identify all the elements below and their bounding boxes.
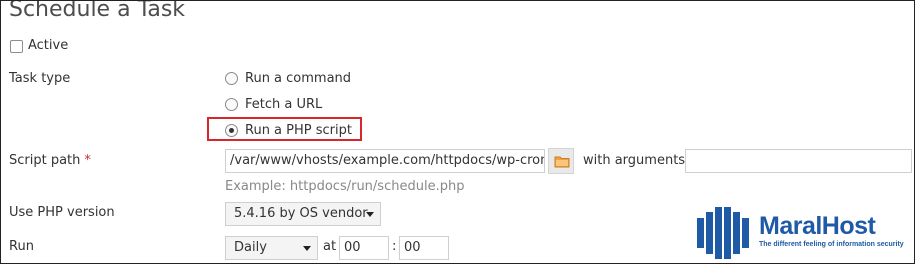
active-label[interactable]: Active bbox=[28, 38, 68, 53]
with-arguments-label: with arguments bbox=[583, 153, 686, 168]
php-version-select[interactable]: 5.4.16 by OS vendor bbox=[225, 202, 381, 226]
page-title: Schedule a Task bbox=[9, 0, 186, 22]
radio-run-command[interactable]: Run a command bbox=[225, 71, 351, 86]
arguments-input[interactable] bbox=[685, 149, 912, 173]
minute-input[interactable]: 00 bbox=[399, 236, 449, 260]
at-label: at bbox=[323, 239, 337, 254]
script-path-label-text: Script path bbox=[9, 153, 81, 168]
watermark-tagline: The different feeling of information sec… bbox=[759, 241, 904, 248]
radio-fetch-url-label[interactable]: Fetch a URL bbox=[245, 97, 322, 112]
watermark-brand: MaralHost bbox=[759, 212, 876, 240]
script-path-hint: Example: httpdocs/run/schedule.php bbox=[225, 179, 465, 194]
hour-input[interactable]: 00 bbox=[339, 236, 389, 260]
radio-run-command-button[interactable] bbox=[225, 72, 238, 85]
time-separator: : bbox=[392, 239, 397, 254]
maralhost-logo-icon bbox=[697, 207, 749, 259]
run-frequency-select[interactable]: Daily bbox=[225, 236, 318, 260]
chevron-down-icon bbox=[303, 246, 311, 251]
active-checkbox[interactable] bbox=[10, 40, 23, 53]
required-mark: * bbox=[84, 153, 91, 168]
folder-icon bbox=[554, 156, 570, 168]
run-frequency-value: Daily bbox=[234, 240, 267, 255]
php-script-highlight-box bbox=[207, 117, 362, 141]
task-type-label: Task type bbox=[9, 71, 71, 86]
chevron-down-icon bbox=[366, 212, 374, 217]
browse-folder-button[interactable] bbox=[548, 148, 574, 174]
script-path-label: Script path * bbox=[9, 153, 91, 168]
script-path-input[interactable]: /var/www/vhosts/example.com/httpdocs/wp-… bbox=[225, 149, 545, 173]
php-version-label: Use PHP version bbox=[9, 205, 115, 220]
php-version-value: 5.4.16 by OS vendor bbox=[234, 206, 368, 221]
schedule-task-panel: Schedule a Task Active Task type Run a c… bbox=[0, 0, 915, 264]
run-label: Run bbox=[9, 239, 34, 254]
radio-run-command-label[interactable]: Run a command bbox=[245, 71, 351, 86]
radio-fetch-url-button[interactable] bbox=[225, 98, 238, 111]
radio-fetch-url[interactable]: Fetch a URL bbox=[225, 97, 322, 112]
